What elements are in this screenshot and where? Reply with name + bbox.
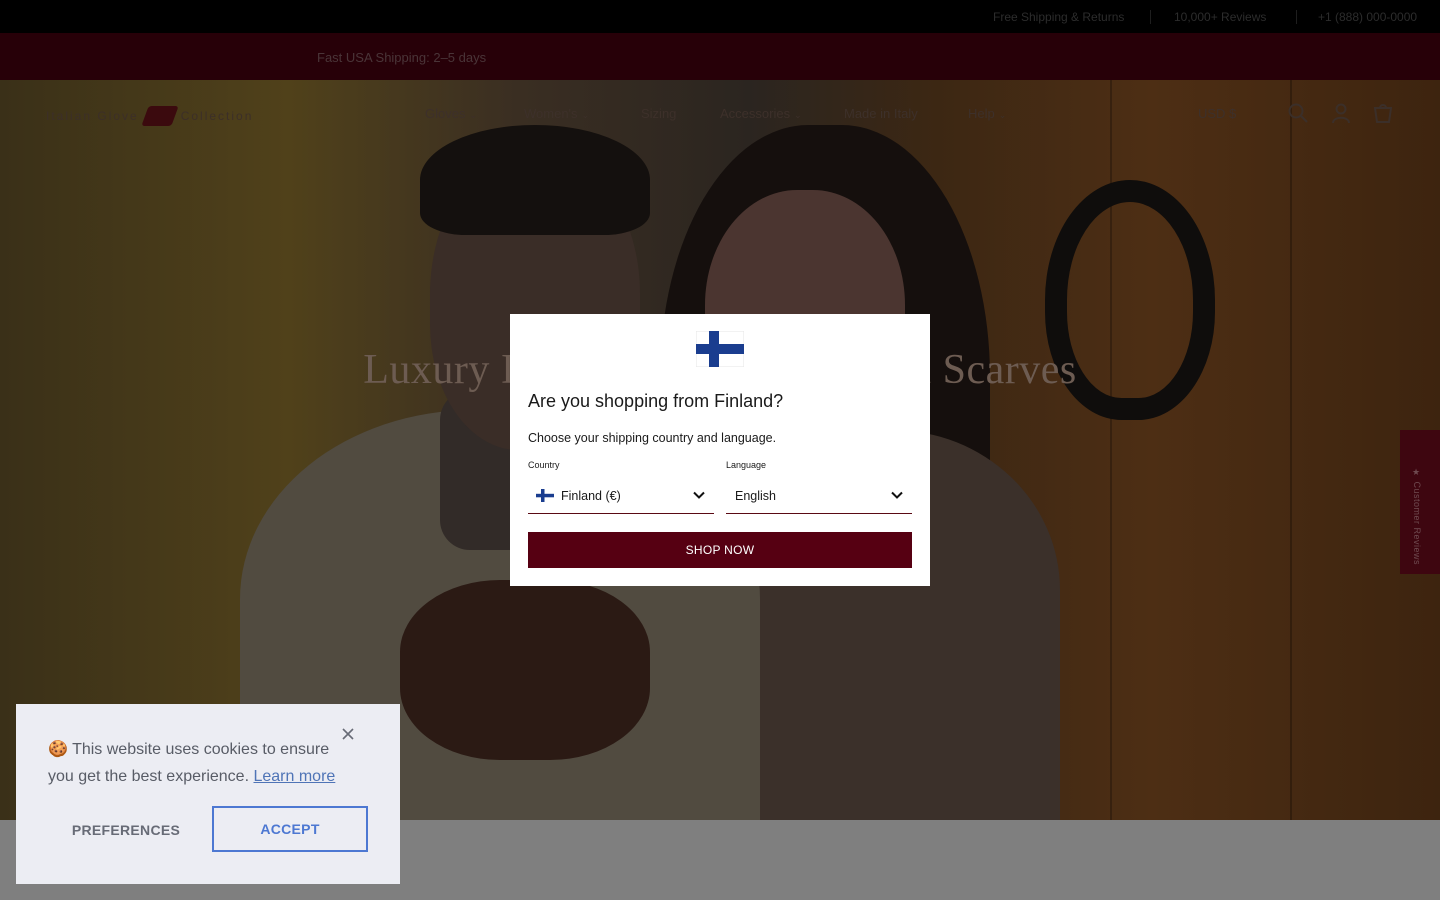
- reviews-side-tab[interactable]: ★ Customer Reviews: [1400, 430, 1440, 574]
- nav-item-sizing[interactable]: Sizing: [641, 106, 676, 121]
- topbar-reviews[interactable]: 10,000+ Reviews: [1174, 10, 1266, 24]
- country-selector-modal: Are you shopping from Finland? Choose yo…: [510, 314, 930, 586]
- nav-item-made-in-italy[interactable]: Made in Italy: [844, 106, 918, 121]
- country-select-value: Finland (€): [561, 488, 621, 503]
- accept-button[interactable]: ACCEPT: [212, 806, 368, 852]
- account-icon[interactable]: [1330, 102, 1352, 124]
- chevron-down-icon: [891, 491, 903, 499]
- nav-item-accessories[interactable]: Accessories ⌄: [720, 106, 802, 121]
- finland-flag-icon: [536, 489, 554, 502]
- search-icon[interactable]: [1287, 102, 1309, 124]
- nav-item-womens[interactable]: Women's ⌄: [524, 106, 589, 121]
- modal-title: Are you shopping from Finland?: [528, 391, 784, 411]
- country-label: Country: [528, 460, 560, 470]
- cart-icon[interactable]: [1372, 102, 1394, 124]
- topbar-phone[interactable]: +1 (888) 000-0000: [1318, 10, 1417, 24]
- language-select-value: English: [735, 488, 776, 503]
- site-logo[interactable]: Italian Glove Collection: [46, 106, 253, 126]
- country-select[interactable]: Finland (€): [528, 478, 714, 514]
- preferences-button[interactable]: PREFERENCES: [48, 808, 204, 852]
- chevron-down-icon: [693, 491, 705, 499]
- topbar-divider: [1150, 10, 1151, 24]
- chevron-down-icon: ⌄: [581, 110, 590, 120]
- topbar-shipping[interactable]: Free Shipping & Returns: [993, 10, 1124, 24]
- language-select[interactable]: English: [726, 478, 912, 514]
- promo-text[interactable]: Fast USA Shipping: 2–5 days: [317, 50, 486, 65]
- logo-text-left: Italian Glove: [46, 109, 139, 123]
- logo-text-right: Collection: [180, 109, 254, 123]
- cookie-emoji-icon: 🍪: [48, 741, 68, 758]
- chevron-down-icon: ⌄: [794, 110, 802, 120]
- shop-now-button[interactable]: SHOP NOW: [528, 532, 912, 568]
- close-icon[interactable]: [340, 726, 356, 742]
- topbar-divider: [1296, 10, 1297, 24]
- cookie-consent-panel: 🍪 This website uses cookies to ensure yo…: [16, 704, 400, 884]
- chevron-down-icon: ⌄: [998, 110, 1007, 120]
- finland-flag-icon: [696, 331, 744, 367]
- promo-bar: Fast USA Shipping: 2–5 days: [0, 33, 1440, 80]
- language-label: Language: [726, 460, 767, 470]
- reviews-tab-label: ★ Customer Reviews: [1412, 468, 1422, 566]
- nav-item-help[interactable]: Help ⌄: [968, 106, 1006, 121]
- cookie-message: 🍪 This website uses cookies to ensure yo…: [48, 736, 358, 790]
- logo-mark: [141, 106, 179, 126]
- chevron-down-icon: ⌄: [469, 110, 478, 120]
- currency-selector[interactable]: USD $: [1198, 106, 1236, 121]
- nav-item-gloves[interactable]: Gloves ⌄: [425, 106, 477, 121]
- top-info-bar: Free Shipping & Returns 10,000+ Reviews …: [0, 0, 1440, 33]
- modal-subtitle: Choose your shipping country and languag…: [528, 431, 777, 445]
- learn-more-link[interactable]: Learn more: [253, 768, 335, 785]
